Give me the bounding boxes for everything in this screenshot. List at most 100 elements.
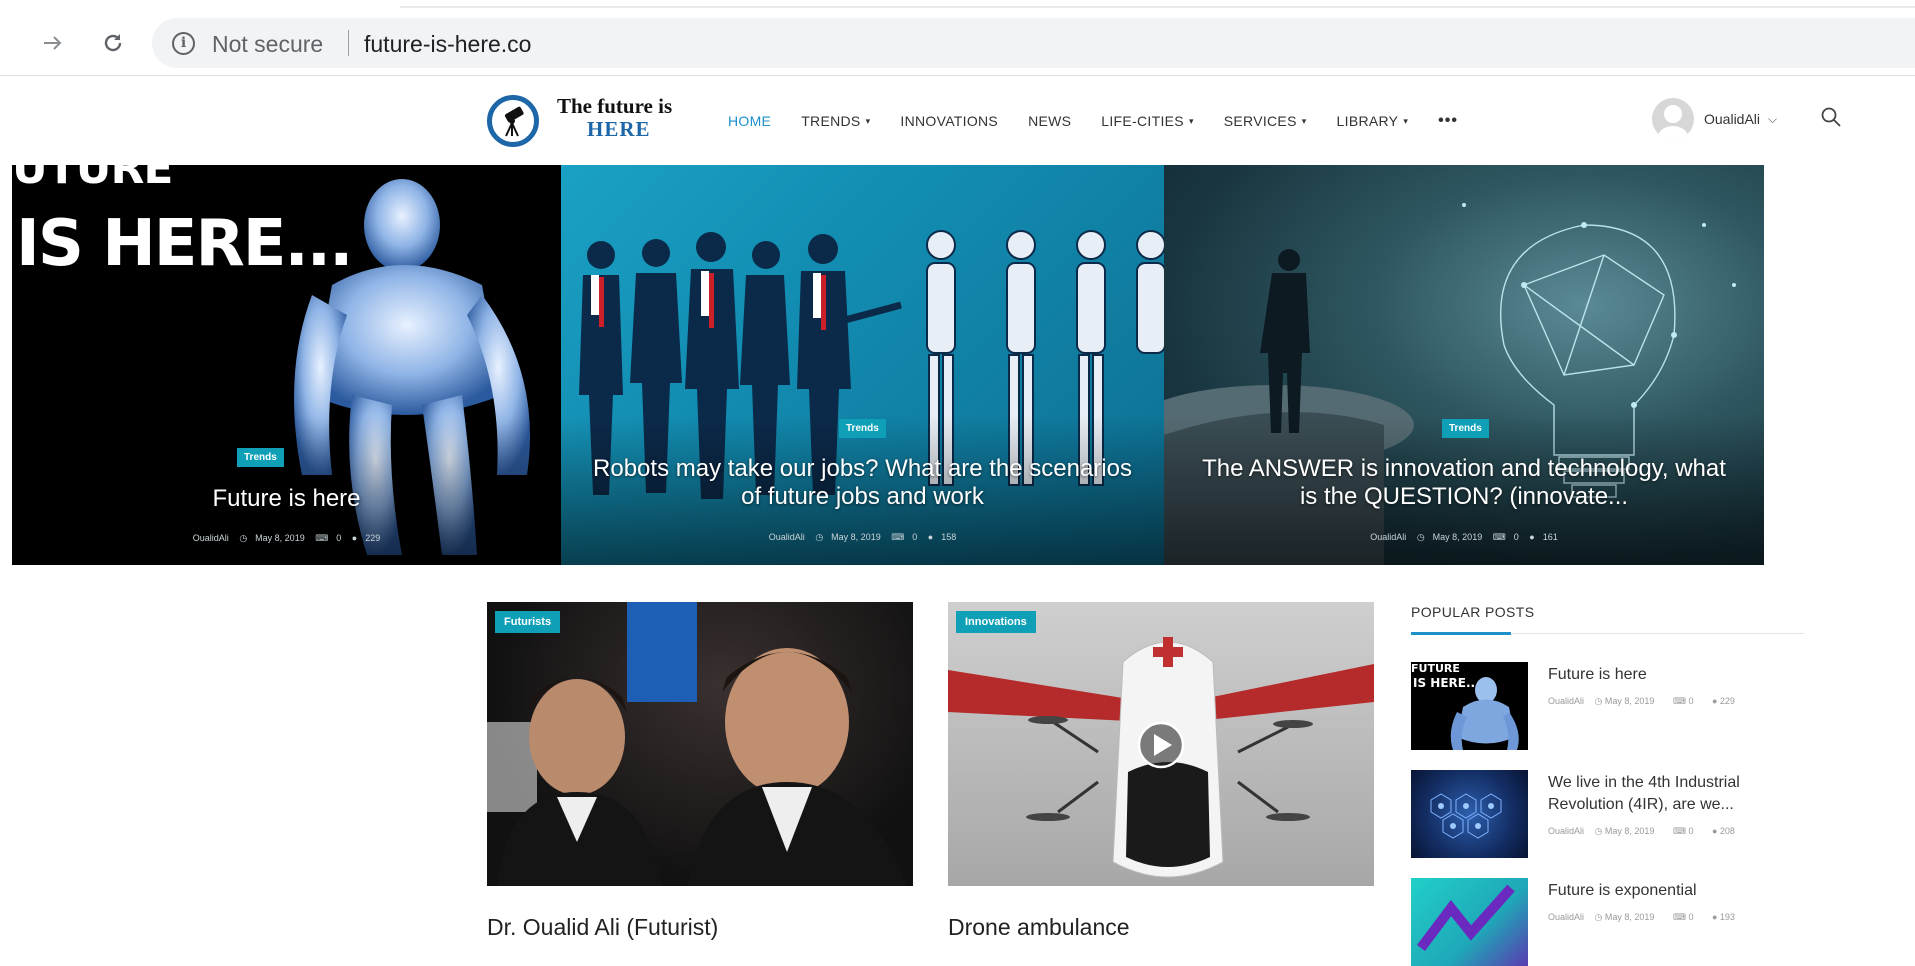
popular-post-thumbnail[interactable] [1411, 770, 1528, 858]
menu-label: SERVICES [1223, 113, 1297, 129]
category-badge[interactable]: Trends [237, 448, 284, 467]
menu-item-life-cities[interactable]: LIFE-CITIES ▾ [1101, 113, 1193, 129]
chevron-down-icon: ⌵ [1768, 111, 1778, 126]
popular-post-title[interactable]: Future is exponential [1548, 880, 1798, 902]
post-thumbnail[interactable]: Innovations [948, 602, 1374, 886]
post-date: May 8, 2019 [255, 533, 305, 543]
menu-item-trends[interactable]: TRENDS ▾ [801, 113, 870, 129]
popular-post-thumbnail[interactable]: FUTURE IS HERE... [1411, 662, 1528, 750]
url-divider [348, 30, 349, 56]
view-count: 229 [1719, 696, 1735, 706]
hero-title-line: of future jobs and work [741, 483, 984, 510]
post-card: Futurists Dr. Oualid Ali (Futurist) [487, 602, 913, 940]
forward-button[interactable] [36, 26, 70, 60]
view-count: 193 [1719, 912, 1735, 922]
category-badge[interactable]: Trends [1442, 419, 1489, 438]
menu-item-home[interactable]: HOME [728, 113, 771, 129]
menu-label: LIBRARY [1336, 113, 1399, 129]
comment-count: 0 [1688, 826, 1694, 836]
security-label[interactable]: Not secure [212, 31, 323, 58]
popular-post-title[interactable]: We live in the 4th Industrial Revolution… [1548, 772, 1798, 816]
menu-item-news[interactable]: NEWS [1028, 113, 1071, 129]
post-date: May 8, 2019 [831, 532, 881, 542]
comment-count: 0 [1513, 532, 1519, 542]
widget-divider-accent [1411, 632, 1511, 635]
comment-count: 0 [912, 532, 918, 542]
menu-label: NEWS [1028, 113, 1072, 129]
post-card: Innovations Drone ambulance [948, 602, 1374, 940]
menu-label: HOME [728, 113, 772, 129]
hero-title-line: Robots may take our jobs? What are the s… [593, 455, 1132, 482]
category-badge[interactable]: Innovations [956, 611, 1036, 633]
post-meta: OualidAli ◷ May 8, 2019 ⌨ 0 ● 193 [1548, 912, 1751, 923]
view-count: 161 [1542, 532, 1558, 542]
url-text[interactable]: future-is-here.co [364, 31, 531, 58]
info-icon[interactable]: i [172, 32, 195, 55]
more-menu-button[interactable]: ••• [1438, 112, 1458, 130]
hero-title[interactable]: The ANSWER is innovation and technology,… [1164, 455, 1764, 511]
exponential-thumb [1417, 884, 1515, 951]
post-author[interactable]: OualidAli [193, 533, 229, 543]
menu-item-services[interactable]: SERVICES ▾ [1224, 113, 1307, 129]
post-author[interactable]: OualidAli [1548, 696, 1584, 706]
eye-icon: ● 193 [1711, 912, 1735, 922]
comment-icon: ⌨ [1492, 532, 1506, 542]
address-bar[interactable]: i Not secure future-is-here.co [152, 18, 1915, 68]
post-author[interactable]: OualidAli [769, 532, 805, 542]
hero-slide[interactable]: Trends Robots may take our jobs? What ar… [561, 165, 1164, 565]
menu-label: INNOVATIONS [900, 113, 999, 129]
caret-down-icon: ▾ [865, 116, 871, 126]
menu-label: LIFE-CITIES [1101, 113, 1184, 129]
menu-item-library[interactable]: LIBRARY ▾ [1337, 113, 1409, 129]
post-title[interactable]: Drone ambulance [948, 914, 1130, 941]
network-thumb [1430, 793, 1502, 839]
clock-icon: ◷ [239, 533, 248, 543]
site-logo[interactable]: The future is HERE [485, 90, 715, 154]
hero-title-line: Future is here [212, 485, 361, 512]
main-menu: HOME TRENDS ▾ INNOVATIONS NEWS LIFE-CITIE… [728, 112, 1458, 130]
hero-meta: OualidAli ◷ May 8, 2019 ⌨ 0 ● 161 [1164, 532, 1764, 543]
eye-icon: ● [927, 532, 934, 542]
post-date: May 8, 2019 [1604, 912, 1655, 922]
hero-slide[interactable]: UTURE IS HERE... Trends Future is here O… [12, 165, 561, 565]
comment-icon: ⌨ 0 [1672, 696, 1694, 706]
post-date: May 8, 2019 [1604, 696, 1655, 706]
popular-post-title[interactable]: Future is here [1548, 664, 1798, 686]
clock-icon: ◷ [815, 532, 824, 542]
menu-item-innovations[interactable]: INNOVATIONS [900, 113, 998, 129]
hero-title[interactable]: Robots may take our jobs? What are the s… [561, 455, 1164, 511]
hero-title[interactable]: Future is here [12, 485, 561, 513]
arrow-right-icon [44, 36, 62, 50]
telescope-logo-icon [487, 95, 539, 147]
robot-thumb [1450, 677, 1519, 750]
post-thumbnail[interactable]: Futurists [487, 602, 913, 886]
post-author[interactable]: OualidAli [1548, 912, 1584, 922]
post-author[interactable]: OualidAli [1548, 826, 1584, 836]
comment-icon: ⌨ 0 [1672, 912, 1694, 922]
caret-down-icon: ▾ [1403, 116, 1409, 126]
eye-icon: ● 208 [1711, 826, 1735, 836]
caret-down-icon: ▾ [1301, 116, 1307, 126]
drone-photo [948, 637, 1374, 878]
view-count: 208 [1719, 826, 1735, 836]
post-title[interactable]: Dr. Oualid Ali (Futurist) [487, 914, 718, 941]
browser-toolbar: i Not secure future-is-here.co [0, 0, 1915, 76]
hero-slide[interactable]: Trends The ANSWER is innovation and tech… [1164, 165, 1764, 565]
eye-icon: ● 229 [1711, 696, 1735, 706]
post-date: May 8, 2019 [1432, 532, 1483, 542]
hero-title-line: The ANSWER is innovation and technology,… [1202, 455, 1726, 482]
user-menu[interactable]: OualidAli ⌵ [1652, 98, 1777, 140]
popular-posts-widget: POPULAR POSTS FUTURE IS HERE... Future i… [1411, 604, 1804, 966]
menu-label: TRENDS [801, 113, 861, 129]
search-button[interactable] [1820, 106, 1844, 130]
popular-post-thumbnail[interactable] [1411, 878, 1528, 966]
search-icon [1821, 107, 1841, 127]
category-badge[interactable]: Futurists [495, 611, 561, 633]
site-header: The future is HERE HOME TRENDS ▾ INNOVATI… [0, 76, 1915, 166]
speaker-photo [487, 602, 907, 886]
reload-button[interactable] [96, 26, 130, 60]
hero-title-line: is the QUESTION? (innovate... [1299, 483, 1629, 510]
post-author[interactable]: OualidAli [1370, 532, 1406, 542]
user-name: OualidAli [1704, 111, 1761, 127]
category-badge[interactable]: Trends [839, 419, 886, 438]
